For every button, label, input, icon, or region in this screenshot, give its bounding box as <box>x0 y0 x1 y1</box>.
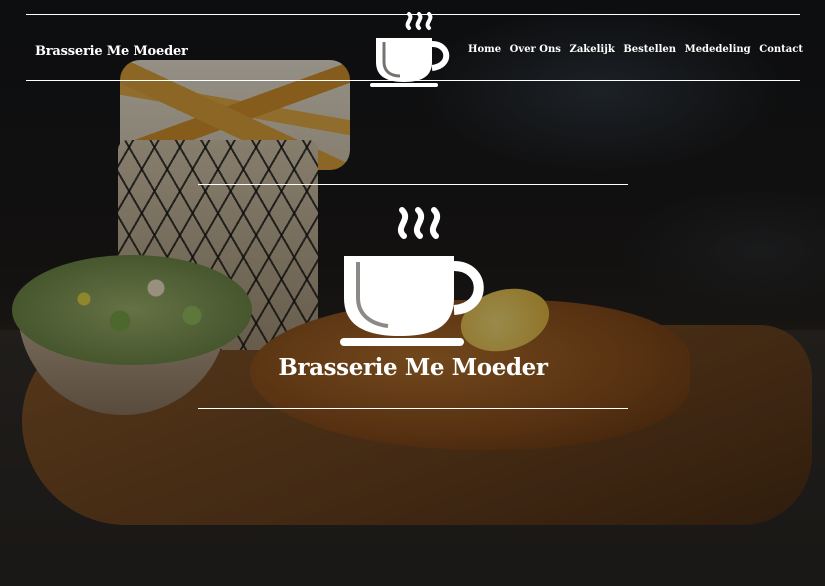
nav-mededeling[interactable]: Mededeling <box>685 44 751 55</box>
brand-name[interactable]: Brasserie Me Moeder <box>35 44 188 59</box>
nav-over-ons[interactable]: Over Ons <box>510 44 561 55</box>
hero-top-rule <box>198 184 628 185</box>
nav-zakelijk[interactable]: Zakelijk <box>570 44 615 55</box>
nav-bestellen[interactable]: Bestellen <box>623 44 676 55</box>
main-nav: Home Over Ons Zakelijk Bestellen Mededel… <box>468 44 803 55</box>
nav-contact[interactable]: Contact <box>759 44 803 55</box>
hero-title: Brasserie Me Moeder <box>278 354 548 381</box>
nav-home[interactable]: Home <box>468 44 501 55</box>
hero-bottom-rule <box>198 408 628 409</box>
coffee-cup-icon <box>340 207 484 346</box>
coffee-cup-icon[interactable] <box>370 8 454 88</box>
